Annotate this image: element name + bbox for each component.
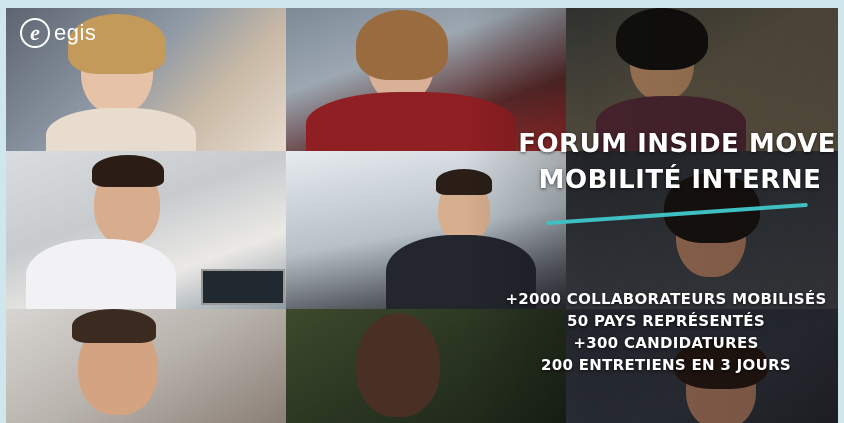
stat-line: +2000 COLLABORATEURS MOBILISÉS bbox=[505, 290, 827, 308]
person-body bbox=[46, 108, 196, 151]
headline-line-2: MOBILITÉ INTERNE bbox=[538, 165, 822, 195]
stat-line: 50 PAYS REPRÉSENTÉS bbox=[567, 312, 765, 330]
stats-block: +2000 COLLABORATEURS MOBILISÉS 50 PAYS R… bbox=[486, 288, 838, 376]
stat-line: +300 CANDIDATURES bbox=[573, 334, 759, 352]
egis-logo-icon: e bbox=[20, 18, 50, 48]
laptop bbox=[201, 269, 285, 305]
headline-line-1: FORUM INSIDE MOVE bbox=[518, 129, 836, 159]
person-body bbox=[306, 92, 516, 151]
person-face bbox=[356, 313, 440, 417]
person-hair bbox=[92, 155, 164, 187]
person-hair bbox=[356, 10, 448, 80]
video-thumbnail[interactable]: e egis FORUM INSIDE MOVE MOBILITÉ INTERN… bbox=[6, 8, 838, 423]
brand-name: egis bbox=[54, 20, 97, 45]
stat-line: 200 ENTRETIENS EN 3 JOURS bbox=[540, 356, 792, 374]
person-body bbox=[26, 239, 176, 309]
photo-tile-5 bbox=[286, 151, 566, 309]
photo-tile-4 bbox=[6, 151, 286, 309]
person-hair bbox=[436, 169, 492, 195]
photo-tile-7 bbox=[6, 309, 286, 423]
person-hair bbox=[72, 309, 156, 343]
brand-logo: e egis bbox=[20, 18, 96, 48]
person-hair bbox=[616, 8, 708, 70]
